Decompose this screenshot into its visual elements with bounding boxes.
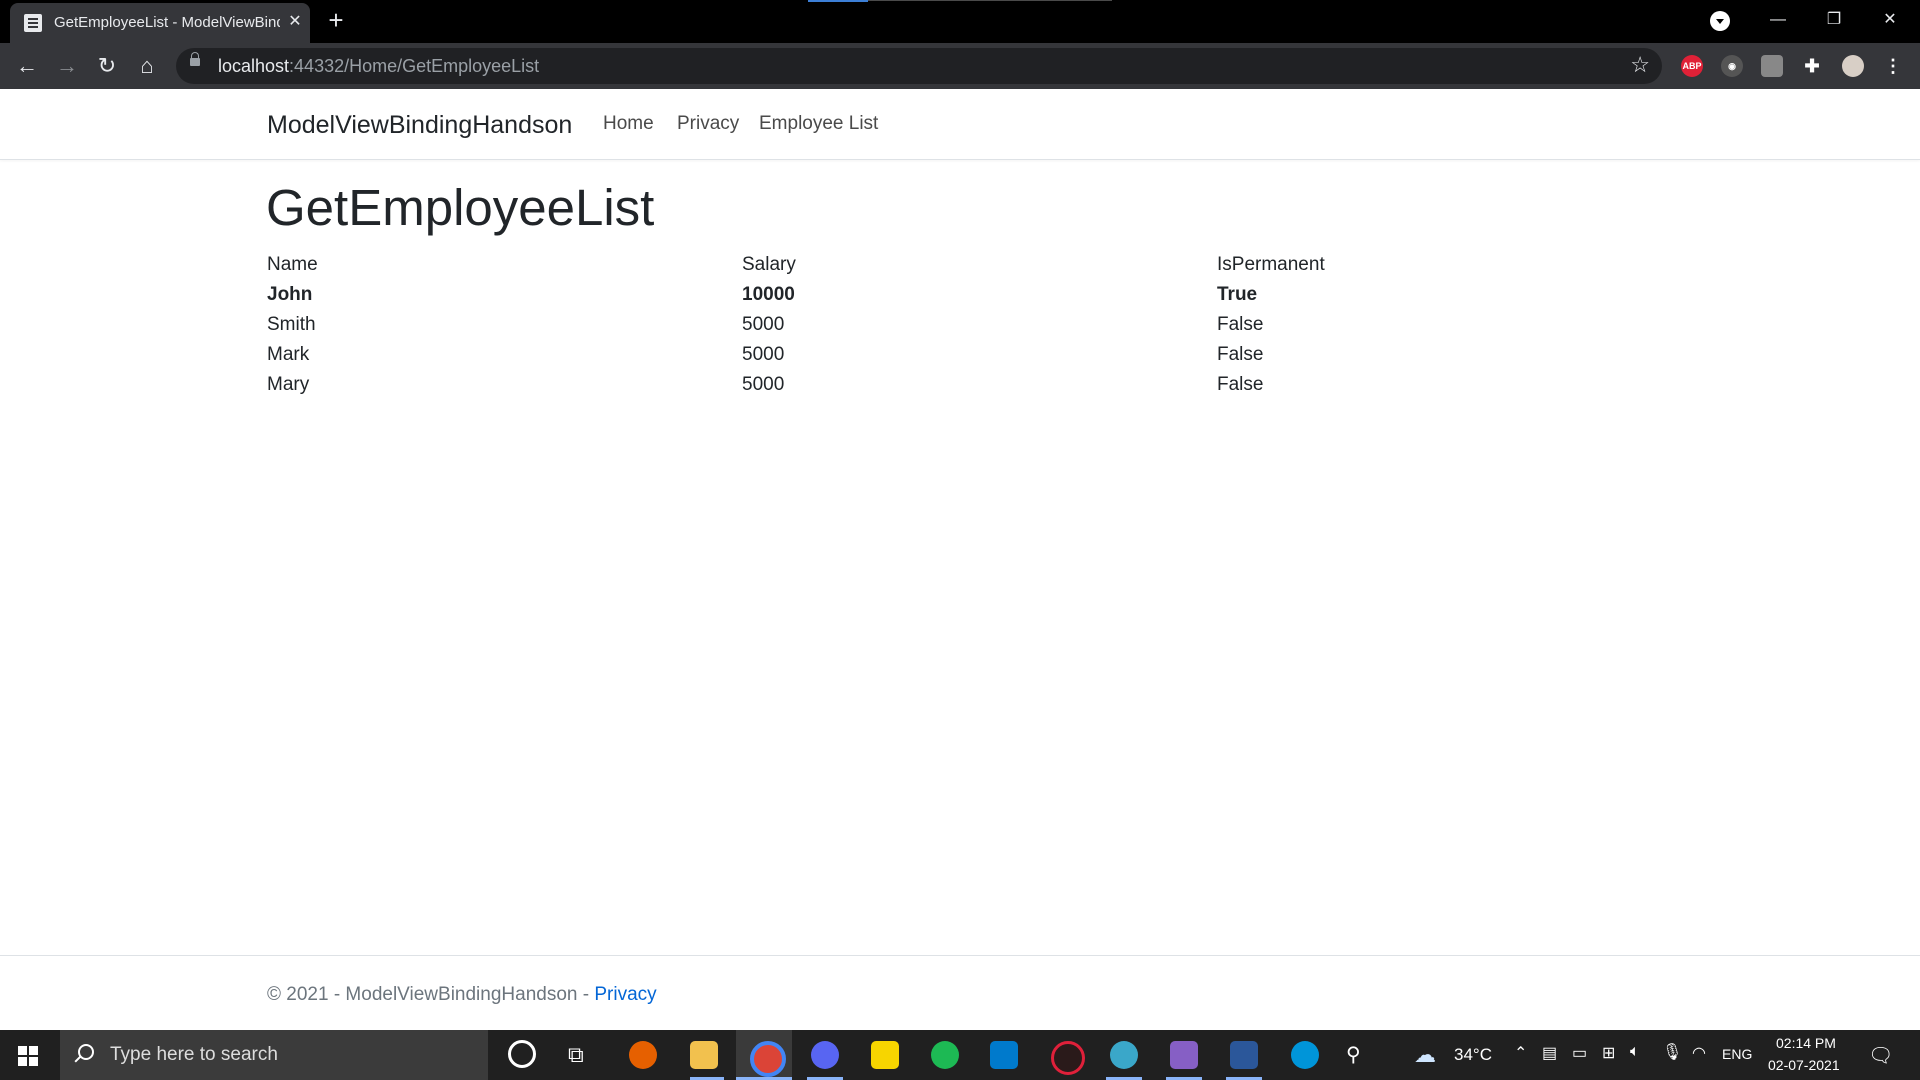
edge-icon[interactable] — [1110, 1041, 1138, 1069]
footer-copyright: © 2021 - ModelViewBindingHandson - — [267, 984, 590, 1005]
column-header-ispermanent: IsPermanent — [1217, 254, 1325, 275]
employee-permanent: False — [1217, 344, 1264, 365]
url-text[interactable]: localhost:44332/Home/GetEmployeeList — [218, 56, 539, 77]
employee-name: Mary — [267, 374, 310, 395]
display-icon[interactable]: ⊞ — [1602, 1043, 1615, 1063]
employee-salary: 5000 — [742, 374, 785, 395]
chrome-icon[interactable] — [750, 1041, 786, 1077]
windows-start-icon[interactable] — [18, 1046, 38, 1066]
notifications-icon[interactable]: 🗨︎ — [1868, 1043, 1893, 1068]
table-row: Smith 5000 False — [267, 312, 1467, 342]
employee-name: John — [267, 284, 313, 305]
close-tab-icon[interactable]: ✕ — [284, 11, 306, 33]
site-footer: © 2021 - ModelViewBindingHandson - Priva… — [0, 955, 1920, 1031]
taskbar-search-placeholder: Type here to search — [110, 1044, 278, 1065]
spotify-icon[interactable] — [931, 1041, 959, 1069]
search-icon — [78, 1044, 94, 1060]
employee-salary: 10000 — [742, 284, 795, 305]
minimize-icon[interactable]: — — [1758, 8, 1798, 32]
employee-salary: 5000 — [742, 344, 785, 365]
language-indicator[interactable]: ENG — [1722, 1046, 1752, 1062]
reload-icon[interactable]: ↻ — [92, 51, 122, 81]
browser-toolbar: ← → ↻ ⌂ localhost:44332/Home/GetEmployee… — [0, 43, 1920, 89]
menu-kebab-icon[interactable]: ⋮ — [1882, 55, 1904, 77]
employee-permanent: False — [1217, 314, 1264, 335]
wifi-icon[interactable]: ◠ — [1692, 1043, 1706, 1063]
table-row: John 10000 True — [267, 282, 1467, 312]
employee-permanent: True — [1217, 284, 1258, 305]
tabstrip-divider — [868, 0, 1112, 1]
browser-tab[interactable]: GetEmployeeList - ModelViewBinding ✕ — [10, 3, 310, 43]
footer-text: © 2021 - ModelViewBindingHandson - Priva… — [267, 984, 657, 1006]
site-brand[interactable]: ModelViewBindingHandson — [267, 111, 572, 140]
file-explorer-icon[interactable] — [690, 1041, 718, 1069]
employee-table: Name Salary IsPermanent John 10000 True … — [267, 252, 1467, 402]
column-header-salary: Salary — [742, 254, 796, 275]
sticky-notes-icon[interactable] — [871, 1041, 899, 1069]
page-favicon-icon — [24, 14, 42, 32]
window-close-icon[interactable]: ✕ — [1870, 8, 1910, 32]
show-hidden-icons-icon[interactable]: ⌃ — [1514, 1043, 1527, 1063]
footer-privacy-link[interactable]: Privacy — [594, 984, 656, 1005]
tabstrip-accent — [808, 0, 868, 2]
forward-icon[interactable]: → — [52, 51, 82, 81]
battery-icon[interactable]: ▭ — [1572, 1043, 1587, 1063]
lock-icon[interactable] — [190, 52, 200, 66]
address-bar[interactable]: localhost:44332/Home/GetEmployeeList ☆ — [176, 48, 1662, 84]
page-title: GetEmployeeList — [266, 179, 655, 236]
opera-icon[interactable] — [1051, 1041, 1085, 1075]
site-navbar: ModelViewBindingHandson Home Privacy Emp… — [0, 89, 1920, 160]
extension-icon[interactable] — [1761, 55, 1783, 77]
taskbar-search-box[interactable]: Type here to search — [60, 1030, 488, 1080]
browser-tabstrip: GetEmployeeList - ModelViewBinding ✕ + —… — [0, 0, 1920, 43]
table-row: Mary 5000 False — [267, 372, 1467, 402]
table-row: Mark 5000 False — [267, 342, 1467, 372]
profile-avatar[interactable] — [1842, 55, 1864, 77]
employee-permanent: False — [1217, 374, 1264, 395]
clock-date[interactable]: 02-07-2021 — [1768, 1057, 1840, 1073]
word-icon[interactable] — [1230, 1041, 1258, 1069]
microphone-icon[interactable]: 🎙︎ — [1662, 1042, 1682, 1062]
firefox-icon[interactable] — [629, 1041, 657, 1069]
task-view-icon[interactable]: ⧉ — [568, 1042, 584, 1068]
discord-icon[interactable] — [811, 1041, 839, 1069]
cortana-icon[interactable] — [508, 1040, 536, 1068]
adblock-extension-icon[interactable]: ABP — [1681, 55, 1703, 77]
visual-studio-icon[interactable] — [1170, 1041, 1198, 1069]
employee-salary: 5000 — [742, 314, 785, 335]
tab-search-icon[interactable] — [1710, 11, 1730, 31]
back-icon[interactable]: ← — [12, 51, 42, 81]
home-icon[interactable]: ⌂ — [132, 51, 162, 81]
tray-app-icon[interactable]: ▤ — [1542, 1043, 1557, 1063]
nav-home-link[interactable]: Home — [603, 113, 654, 135]
table-header: Name Salary IsPermanent — [267, 252, 1467, 282]
windows-taskbar: Type here to search ⧉ ⚲ ☁ 34°C ⌃ ▤ ▭ ⊞ 🔈… — [0, 1030, 1920, 1080]
people-icon[interactable]: ⚲ — [1346, 1042, 1361, 1067]
employee-name: Mark — [267, 344, 310, 365]
spy-extension-icon[interactable]: ◉ — [1721, 55, 1743, 77]
help-icon[interactable] — [1291, 1041, 1319, 1069]
vscode-icon[interactable] — [990, 1041, 1018, 1069]
volume-icon[interactable]: 🔈︎ — [1630, 1043, 1640, 1061]
new-tab-button[interactable]: + — [322, 6, 350, 34]
column-header-name: Name — [267, 254, 318, 275]
bookmark-star-icon[interactable]: ☆ — [1630, 52, 1650, 78]
restore-icon[interactable]: ❐ — [1814, 8, 1854, 32]
clock-time[interactable]: 02:14 PM — [1776, 1035, 1836, 1051]
employee-name: Smith — [267, 314, 316, 335]
nav-privacy-link[interactable]: Privacy — [677, 113, 739, 135]
nav-employee-list-link[interactable]: Employee List — [759, 113, 878, 135]
extensions-puzzle-icon[interactable]: ✚ — [1801, 55, 1823, 77]
tab-title: GetEmployeeList - ModelViewBinding — [54, 14, 280, 31]
weather-temperature[interactable]: 34°C — [1454, 1045, 1492, 1065]
weather-cloud-icon[interactable]: ☁ — [1414, 1042, 1436, 1068]
